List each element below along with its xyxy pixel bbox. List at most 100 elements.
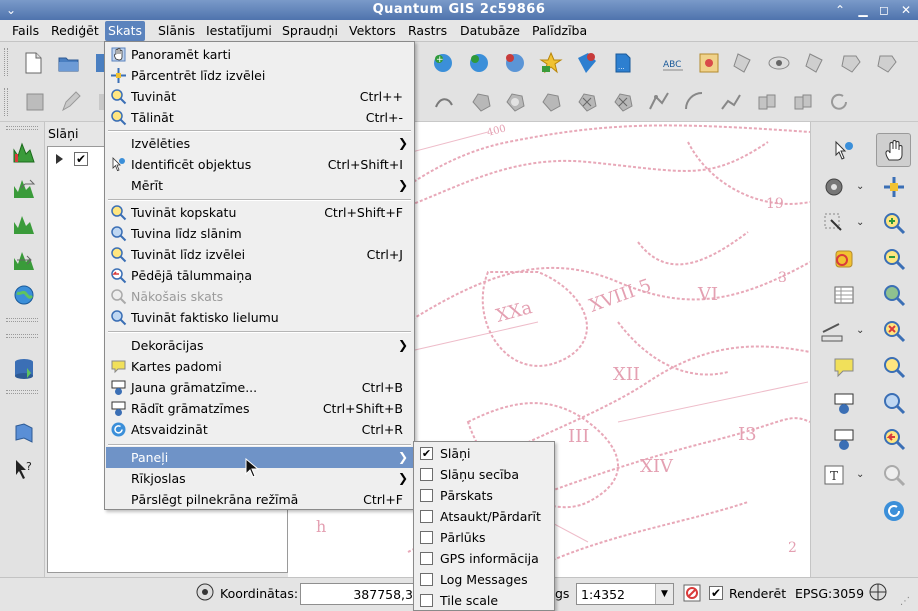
current-edits-icon[interactable] (22, 89, 48, 115)
browser-globe-icon[interactable] (11, 282, 37, 308)
menu-item-zoom-selection[interactable]: Tuvināt līdz izvēlei Ctrl+J (106, 244, 413, 265)
menu-redigeet[interactable]: Rediģēt (48, 23, 102, 41)
pin-labels-icon[interactable] (730, 50, 756, 76)
add-part-icon[interactable] (538, 89, 564, 115)
panel-checkbox[interactable]: ✔ (420, 447, 433, 460)
panel-checkbox[interactable] (420, 468, 433, 481)
toolbar-grip[interactable] (6, 390, 38, 394)
database-icon[interactable] (11, 356, 37, 382)
text-annotation-icon[interactable]: T (821, 462, 847, 488)
menu-spraudni[interactable]: Spraudņi (279, 23, 341, 41)
panel-toggle-gps-info[interactable]: GPS informācija (415, 548, 553, 569)
panel-checkbox[interactable] (420, 594, 433, 607)
resize-grip-icon[interactable]: ⋰ (900, 596, 912, 608)
panel-toggle-log-messages[interactable]: Log Messages (415, 569, 553, 590)
brightness-icon[interactable] (11, 248, 37, 274)
menu-item-zoom-actual[interactable]: Tuvināt faktisko lielumu (106, 307, 413, 328)
toolbar-grip[interactable] (6, 334, 38, 338)
show-bookmarks-icon[interactable] (831, 426, 857, 452)
reshape-features-icon[interactable] (646, 89, 672, 115)
pan-to-selection-icon[interactable] (881, 174, 907, 200)
add-raster-layer-icon[interactable] (466, 50, 492, 76)
toolbar-grip[interactable] (4, 88, 8, 116)
menu-item-refresh[interactable]: Atsvaidzināt Ctrl+R (106, 419, 413, 440)
panel-checkbox[interactable] (420, 489, 433, 502)
menu-vektors[interactable]: Vektors (346, 23, 399, 41)
expand-arrow-icon[interactable] (56, 154, 63, 164)
crs-icon[interactable] (868, 582, 888, 602)
add-spatialite-layer-icon[interactable] (538, 50, 564, 76)
menu-item-panels[interactable]: Paneļi ❯ (106, 447, 413, 468)
add-wms-layer-icon[interactable] (574, 50, 600, 76)
settings-gear-icon[interactable] (821, 174, 847, 200)
delete-part-icon[interactable] (610, 89, 636, 115)
add-postgis-layer-icon[interactable] (502, 50, 528, 76)
dropdown-arrow-icon[interactable]: ⌄ (856, 470, 866, 480)
identify-icon[interactable] (831, 138, 857, 164)
menu-item-zoom-last[interactable]: Pēdējā tālummaiņa (106, 265, 413, 286)
gps-icon[interactable] (195, 582, 215, 602)
menu-item-identify[interactable]: Identificēt objektus Ctrl+Shift+I (106, 154, 413, 175)
shade-window-icon[interactable]: ⌃ (832, 2, 848, 18)
increase-contrast-icon[interactable] (11, 176, 37, 202)
menu-item-new-bookmark[interactable]: Jauna grāmatzīme... Ctrl+B (106, 377, 413, 398)
refresh-icon[interactable] (881, 498, 907, 524)
move-label-icon[interactable] (802, 50, 828, 76)
toolbar-grip[interactable] (4, 48, 8, 76)
measure-icon[interactable] (819, 318, 845, 344)
new-bookmark-icon[interactable] (831, 390, 857, 416)
menu-palidziba[interactable]: Palīdzība (529, 23, 590, 41)
help-book-icon[interactable] (11, 420, 37, 446)
whats-this-icon[interactable]: ? (11, 456, 37, 482)
histogram-stretch-icon[interactable] (11, 140, 37, 166)
toolbar-grip[interactable] (6, 126, 38, 130)
zoom-in-icon[interactable] (881, 210, 907, 236)
menu-rastrs[interactable]: Rastrs (405, 23, 450, 41)
add-vector-layer-icon[interactable]: + (430, 50, 456, 76)
zoom-next-icon[interactable] (881, 462, 907, 488)
deselect-icon[interactable] (831, 246, 857, 272)
merge-features-icon[interactable] (754, 89, 780, 115)
simplify-feature-icon[interactable] (468, 89, 494, 115)
dropdown-arrow-icon[interactable]: ⌄ (856, 182, 866, 192)
add-wcs-layer-icon[interactable]: ... (610, 50, 636, 76)
maximize-window-icon[interactable]: ◻ (876, 2, 892, 18)
delete-ring-icon[interactable] (574, 89, 600, 115)
stop-render-icon[interactable] (682, 583, 702, 603)
offset-curve-icon[interactable] (682, 89, 708, 115)
change-label-icon[interactable] (874, 50, 900, 76)
panel-toggle-layers[interactable]: ✔ Slāņi (415, 443, 553, 464)
panel-toggle-overview[interactable]: Pārskats (415, 485, 553, 506)
zoom-selection-icon[interactable] (881, 318, 907, 344)
decrease-contrast-icon[interactable] (11, 212, 37, 238)
show-hide-labels-icon[interactable] (766, 50, 792, 76)
crs-status[interactable]: EPSG:3059 (795, 586, 864, 601)
rotate-label-icon[interactable] (838, 50, 864, 76)
menu-item-decorations[interactable]: Dekorācijas ❯ (106, 335, 413, 356)
toolbar-grip[interactable] (6, 318, 38, 322)
layer-labeling-icon[interactable] (696, 50, 722, 76)
panel-checkbox[interactable] (420, 531, 433, 544)
dropdown-arrow-icon[interactable]: ⌄ (856, 218, 866, 228)
panel-toggle-undo-redo[interactable]: Atsaukt/Pārdarīt (415, 506, 553, 527)
panel-toggle-layer-order[interactable]: Slāņu secība (415, 464, 553, 485)
rotate-symbols-icon[interactable] (826, 89, 852, 115)
attribute-table-icon[interactable] (831, 282, 857, 308)
layer-visibility-checkbox[interactable]: ✔ (74, 152, 88, 166)
close-window-icon[interactable]: ✕ (898, 2, 914, 18)
scale-dropdown-arrow-icon[interactable]: ▼ (655, 584, 673, 604)
panel-checkbox[interactable] (420, 510, 433, 523)
menu-iestatijumi[interactable]: Iestatījumi (203, 23, 275, 41)
menu-item-select[interactable]: Izvēlēties ❯ (106, 133, 413, 154)
map-tips-icon[interactable] (831, 354, 857, 380)
panel-checkbox[interactable] (420, 552, 433, 565)
menu-datubaze[interactable]: Datubāze (457, 23, 523, 41)
render-checkbox[interactable]: ✔ (709, 586, 723, 600)
menu-item-show-bookmarks[interactable]: Rādīt grāmatzīmes Ctrl+Shift+B (106, 398, 413, 419)
split-features-icon[interactable] (718, 89, 744, 115)
menu-slanis[interactable]: Slānis (155, 23, 198, 41)
add-ring-icon[interactable] (502, 89, 528, 115)
zoom-full-icon[interactable] (881, 282, 907, 308)
label-tool-icon[interactable]: ABC (660, 50, 686, 76)
toggle-editing-icon[interactable] (58, 89, 84, 115)
